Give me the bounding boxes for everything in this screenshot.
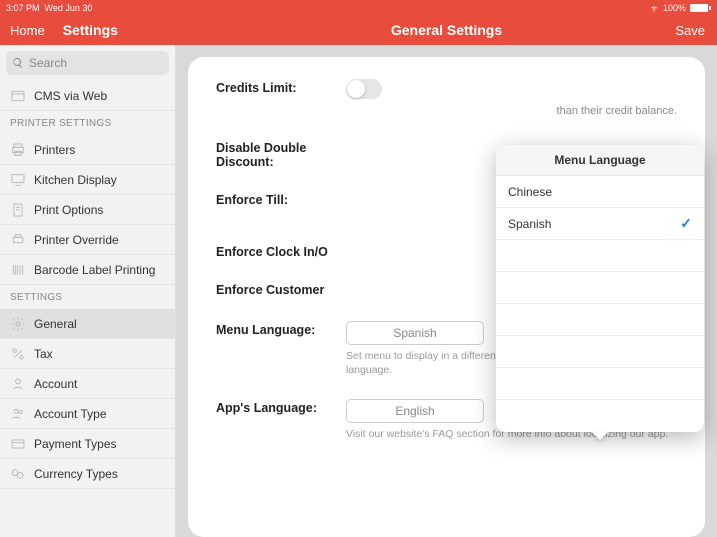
printer-icon	[10, 142, 26, 158]
sidebar-item-label: Printer Override	[34, 233, 119, 247]
status-time: 3:07 PM	[6, 3, 40, 13]
credits-limit-label: Credits Limit:	[216, 79, 346, 95]
popover-empty-row	[496, 368, 704, 400]
sidebar-item-label: Kitchen Display	[34, 173, 117, 187]
menu-language-label: Menu Language:	[216, 321, 346, 337]
web-icon	[10, 88, 26, 104]
sidebar-item-label: Printers	[34, 143, 75, 157]
checkmark-icon: ✓	[680, 215, 692, 232]
popover-empty-row	[496, 272, 704, 304]
percent-icon	[10, 346, 26, 362]
sidebar-item-label: Account Type	[34, 407, 107, 421]
popover-title: Menu Language	[496, 145, 704, 176]
nav-home[interactable]: Home	[10, 23, 45, 38]
disable-discount-label: Disable Double Discount:	[216, 139, 346, 169]
user-icon	[10, 376, 26, 392]
gear-icon	[10, 316, 26, 332]
sidebar-item-general[interactable]: General	[0, 309, 175, 339]
popover-empty-row	[496, 336, 704, 368]
status-date: Wed Jun 30	[45, 3, 93, 13]
sidebar-item-label: Barcode Label Printing	[34, 263, 155, 277]
sidebar-item-label: Tax	[34, 347, 53, 361]
sidebar-item-label: Currency Types	[34, 467, 118, 481]
display-icon	[10, 172, 26, 188]
sidebar-item-printers[interactable]: Printers	[0, 135, 175, 165]
credits-help: than their credit balance.	[346, 105, 677, 117]
sidebar-item-currencytypes[interactable]: Currency Types	[0, 459, 175, 489]
sidebar-item-label: CMS via Web	[34, 89, 107, 103]
language-option-spanish[interactable]: Spanish ✓	[496, 208, 704, 240]
sidebar-item-barcode[interactable]: Barcode Label Printing	[0, 255, 175, 285]
enforce-customer-label: Enforce Customer	[216, 281, 324, 297]
battery-percent: 100%	[663, 3, 686, 13]
page-title: General Settings	[391, 22, 502, 38]
search-placeholder: Search	[29, 56, 67, 70]
menu-language-popover: Menu Language Chinese Spanish ✓	[496, 145, 704, 432]
currency-icon	[10, 466, 26, 482]
sidebar-item-account[interactable]: Account	[0, 369, 175, 399]
popover-empty-row	[496, 240, 704, 272]
sidebar-item-tax[interactable]: Tax	[0, 339, 175, 369]
sidebar-item-label: General	[34, 317, 77, 331]
language-option-chinese[interactable]: Chinese	[496, 176, 704, 208]
search-icon	[12, 57, 24, 69]
printer-override-icon	[10, 232, 26, 248]
sidebar-section-printer: PRINTER SETTINGS	[0, 111, 175, 135]
popover-empty-row	[496, 400, 704, 432]
app-language-label: App's Language:	[216, 399, 346, 415]
sidebar-item-kitchen[interactable]: Kitchen Display	[0, 165, 175, 195]
card-icon	[10, 436, 26, 452]
popover-empty-row	[496, 304, 704, 336]
enforce-clock-label: Enforce Clock In/O	[216, 243, 328, 259]
sidebar-item-override[interactable]: Printer Override	[0, 225, 175, 255]
status-bar: 3:07 PM Wed Jun 30 100%	[0, 0, 717, 15]
users-icon	[10, 406, 26, 422]
sidebar-item-printoptions[interactable]: Print Options	[0, 195, 175, 225]
popover-arrow-icon	[592, 432, 608, 440]
sidebar-item-label: Payment Types	[34, 437, 117, 451]
sidebar-item-label: Account	[34, 377, 77, 391]
sidebar-item-label: Print Options	[34, 203, 103, 217]
search-input[interactable]: Search	[6, 51, 169, 75]
battery-icon	[690, 4, 711, 12]
document-icon	[10, 202, 26, 218]
sidebar-item-accounttype[interactable]: Account Type	[0, 399, 175, 429]
barcode-icon	[10, 262, 26, 278]
option-label: Spanish	[508, 217, 551, 231]
sidebar: Search CMS via Web PRINTER SETTINGS Prin…	[0, 45, 176, 537]
nav-settings[interactable]: Settings	[63, 22, 118, 38]
app-language-select[interactable]: English	[346, 399, 484, 423]
wifi-icon	[649, 3, 659, 13]
menu-language-select[interactable]: Spanish	[346, 321, 484, 345]
credits-limit-toggle[interactable]	[346, 79, 382, 99]
option-label: Chinese	[508, 185, 552, 199]
save-button[interactable]: Save	[675, 23, 705, 38]
sidebar-section-settings: SETTINGS	[0, 285, 175, 309]
enforce-till-label: Enforce Till:	[216, 191, 346, 207]
sidebar-item-paymenttypes[interactable]: Payment Types	[0, 429, 175, 459]
sidebar-item-cms[interactable]: CMS via Web	[0, 81, 175, 111]
